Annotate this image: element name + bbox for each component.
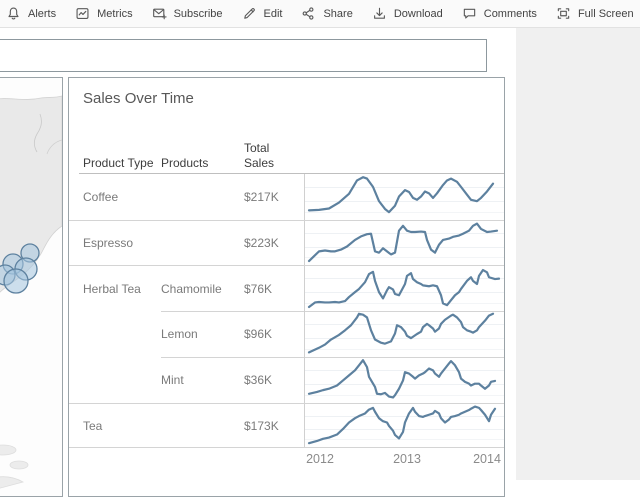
alerts-button[interactable]: Alerts: [6, 6, 56, 21]
column-header-products: Products: [161, 156, 208, 171]
x-axis-tick: 2013: [387, 452, 427, 466]
edit-label: Edit: [264, 8, 283, 20]
share-nodes-icon: [301, 6, 316, 21]
edit-button[interactable]: Edit: [242, 6, 283, 21]
product-label[interactable]: Chamomile: [161, 266, 241, 311]
subscribe-button[interactable]: Subscribe: [152, 6, 223, 21]
envelope-plus-icon: [152, 6, 167, 21]
share-label: Share: [323, 8, 352, 20]
fullscreen-button[interactable]: Full Screen: [556, 6, 634, 21]
comments-button[interactable]: Comments: [462, 6, 537, 21]
total-sales-value[interactable]: $217K: [244, 174, 302, 220]
dashboard-text-zone: [0, 39, 487, 72]
sparkline-coffee[interactable]: [304, 174, 505, 220]
product-type-label[interactable]: Coffee: [83, 174, 159, 220]
product-type-label[interactable]: Herbal Tea: [83, 266, 159, 311]
sparkline-tea[interactable]: [304, 404, 505, 447]
speech-bubble-icon: [462, 6, 477, 21]
product-type-label[interactable]: Espresso: [83, 221, 159, 265]
sparkline-espresso[interactable]: [304, 221, 505, 265]
total-sales-value[interactable]: $223K: [244, 221, 302, 265]
total-sales-value[interactable]: $96K: [244, 311, 302, 357]
toolbar: Alerts Metrics Subscribe Edit Share Down…: [0, 0, 640, 28]
product-label[interactable]: Lemon: [161, 311, 241, 357]
alerts-label: Alerts: [28, 8, 56, 20]
sales-over-time-panel: Sales Over Time Product Type Products To…: [68, 77, 505, 497]
metrics-icon: [75, 6, 90, 21]
table-row-lemon: Lemon $96K: [69, 311, 504, 357]
map-canvas[interactable]: [0, 78, 62, 496]
sparkline-lemon[interactable]: [304, 311, 505, 357]
download-label: Download: [394, 8, 443, 20]
sparkline-path: [309, 314, 493, 353]
fullscreen-icon: [556, 6, 571, 21]
map-mark-circle[interactable]: [4, 269, 28, 293]
sparkline-path: [309, 177, 493, 212]
total-sales-value[interactable]: $76K: [244, 266, 302, 311]
sparkline-path: [309, 407, 495, 444]
column-header-product-type: Product Type: [83, 156, 154, 171]
share-button[interactable]: Share: [301, 6, 352, 21]
map-island: [0, 477, 23, 490]
table-row-coffee: Coffee $217K: [69, 174, 504, 220]
metrics-button[interactable]: Metrics: [75, 6, 132, 21]
x-axis: 2012 2013 2014: [69, 452, 504, 472]
total-sales-value[interactable]: $36K: [244, 357, 302, 403]
map-island: [0, 445, 16, 455]
product-type-label[interactable]: Tea: [83, 404, 159, 447]
subscribe-label: Subscribe: [174, 8, 223, 20]
product-label[interactable]: Mint: [161, 357, 241, 403]
bell-icon: [6, 6, 21, 21]
product-label[interactable]: [161, 404, 241, 447]
product-label[interactable]: [161, 174, 241, 220]
download-icon: [372, 6, 387, 21]
map-island: [10, 461, 28, 469]
x-axis-tick: 2012: [300, 452, 340, 466]
metrics-label: Metrics: [97, 8, 132, 20]
table-row-tea: Tea $173K: [69, 403, 504, 448]
panel-title: Sales Over Time: [83, 90, 194, 107]
sparkline-path: [309, 360, 495, 397]
pencil-icon: [242, 6, 257, 21]
product-type-label[interactable]: [83, 357, 159, 403]
comments-label: Comments: [484, 8, 537, 20]
table-row-chamomile: Herbal Tea Chamomile $76K: [69, 265, 504, 311]
sparkline-chamomile[interactable]: [304, 266, 505, 311]
sparkline-mint[interactable]: [304, 357, 505, 403]
map-panel[interactable]: [0, 77, 63, 497]
workspace-gutter: [516, 28, 640, 480]
total-sales-value[interactable]: $173K: [244, 404, 302, 447]
sparkline-path: [309, 270, 499, 307]
fullscreen-label: Full Screen: [578, 8, 634, 20]
table-row-mint: Mint $36K: [69, 357, 504, 403]
table-row-espresso: Espresso $223K: [69, 220, 504, 265]
product-type-label[interactable]: [83, 311, 159, 357]
x-axis-tick: 2014: [467, 452, 505, 466]
product-label[interactable]: [161, 221, 241, 265]
table-body: Coffee $217K Espresso $223K Herbal Tea C…: [69, 174, 504, 448]
sparkline-path: [309, 224, 497, 261]
download-button[interactable]: Download: [372, 6, 443, 21]
column-header-total-sales: Total Sales: [244, 141, 274, 171]
